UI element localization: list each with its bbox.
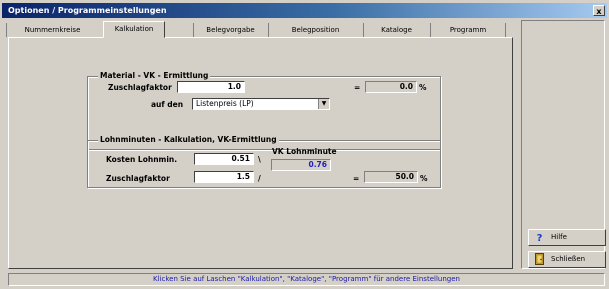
vk-lohnminute-label: VK Lohnminute	[272, 147, 337, 156]
material-vk-title: Material - VK - Ermittlung	[98, 71, 211, 80]
help-button[interactable]: ? Hilfe	[528, 229, 606, 246]
material-percent-unit: %	[419, 83, 427, 92]
lohnminuten-title: Lohnminuten - Kalkulation, VK-Ermittlung	[98, 135, 279, 144]
kosten-lohnmin-field[interactable]: 0.51	[194, 153, 254, 165]
tab-programm[interactable]: Programm	[430, 23, 506, 37]
help-button-label: Hilfe	[551, 233, 567, 241]
lohn-percent-unit: %	[420, 174, 428, 183]
lohn-percent-field: 50.0	[364, 171, 418, 183]
status-bar: Klicken Sie auf Laschen "Kalkulation", "…	[8, 273, 605, 286]
close-icon[interactable]: x	[593, 5, 605, 16]
question-icon: ?	[536, 233, 543, 244]
basis-select[interactable]: Listenpreis (LP) ▼	[192, 98, 330, 110]
close-button-label: Schließen	[551, 255, 586, 263]
kalkulation-page: Material - VK - Ermittlung Lohnminuten -…	[8, 37, 513, 269]
lohn-eq-sign: =	[353, 174, 360, 183]
kosten-lohnmin-label: Kosten Lohnmin.	[106, 155, 178, 164]
tab-nummernkreise[interactable]: Nummernkreise	[6, 23, 98, 37]
exit-door-icon	[534, 253, 545, 266]
title-bar[interactable]: Optionen / Programmeinstellungen x	[2, 3, 607, 18]
basis-label: auf den	[151, 100, 184, 109]
lohn-zuschlag-field[interactable]: 1.5	[194, 171, 254, 183]
material-eq-sign: =	[354, 83, 361, 92]
tab-kalkulation[interactable]: Kalkulation	[103, 21, 165, 38]
close-button[interactable]: Schließen	[528, 251, 606, 268]
lohn-zuschlag-label: Zuschlagfaktor	[106, 174, 170, 183]
window-title: Optionen / Programmeinstellungen	[8, 6, 167, 15]
lohn-zuschlag-sep: /	[258, 174, 261, 183]
options-window: Optionen / Programmeinstellungen x Numme…	[0, 0, 609, 289]
tab-kataloge[interactable]: Kataloge	[363, 23, 429, 37]
material-zuschlag-field[interactable]: 1.0	[177, 81, 245, 93]
kosten-unit: \	[258, 155, 261, 164]
tab-belegvorgabe[interactable]: Belegvorgabe	[193, 23, 267, 37]
material-zuschlag-label: Zuschlagfaktor	[108, 83, 172, 92]
tab-belegposition[interactable]: Belegposition	[268, 23, 362, 37]
vk-lohnminute-field: 0.76	[271, 159, 331, 171]
chevron-down-icon[interactable]: ▼	[318, 99, 329, 109]
basis-select-value: Listenpreis (LP)	[196, 99, 254, 108]
material-percent-field: 0.0	[365, 81, 417, 93]
tab-strip: Nummernkreise Kalkulation Belegvorgabe B…	[6, 20, 516, 38]
